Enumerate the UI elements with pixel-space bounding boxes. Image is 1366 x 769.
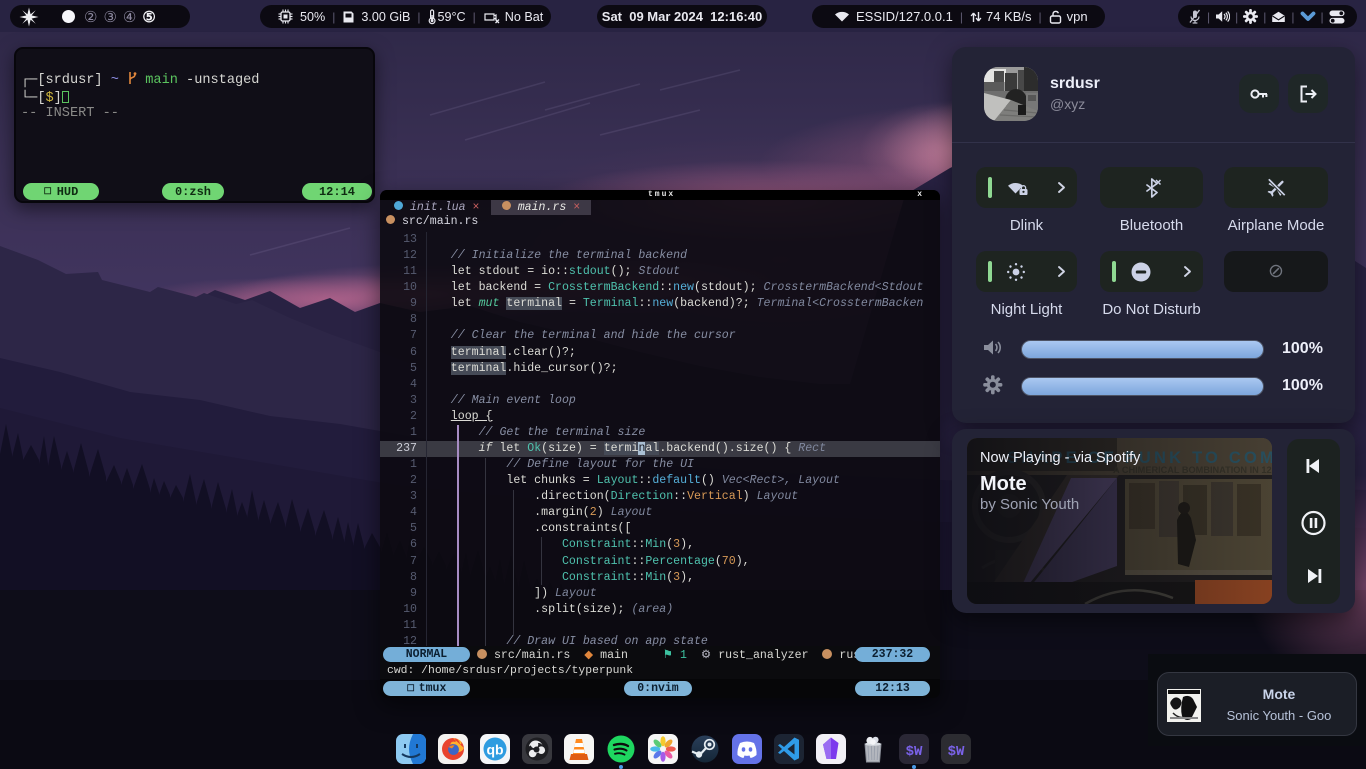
- svg-text:$W: $W: [906, 744, 923, 760]
- svg-text:qb: qb: [486, 742, 503, 758]
- svg-text:$W: $W: [948, 744, 965, 760]
